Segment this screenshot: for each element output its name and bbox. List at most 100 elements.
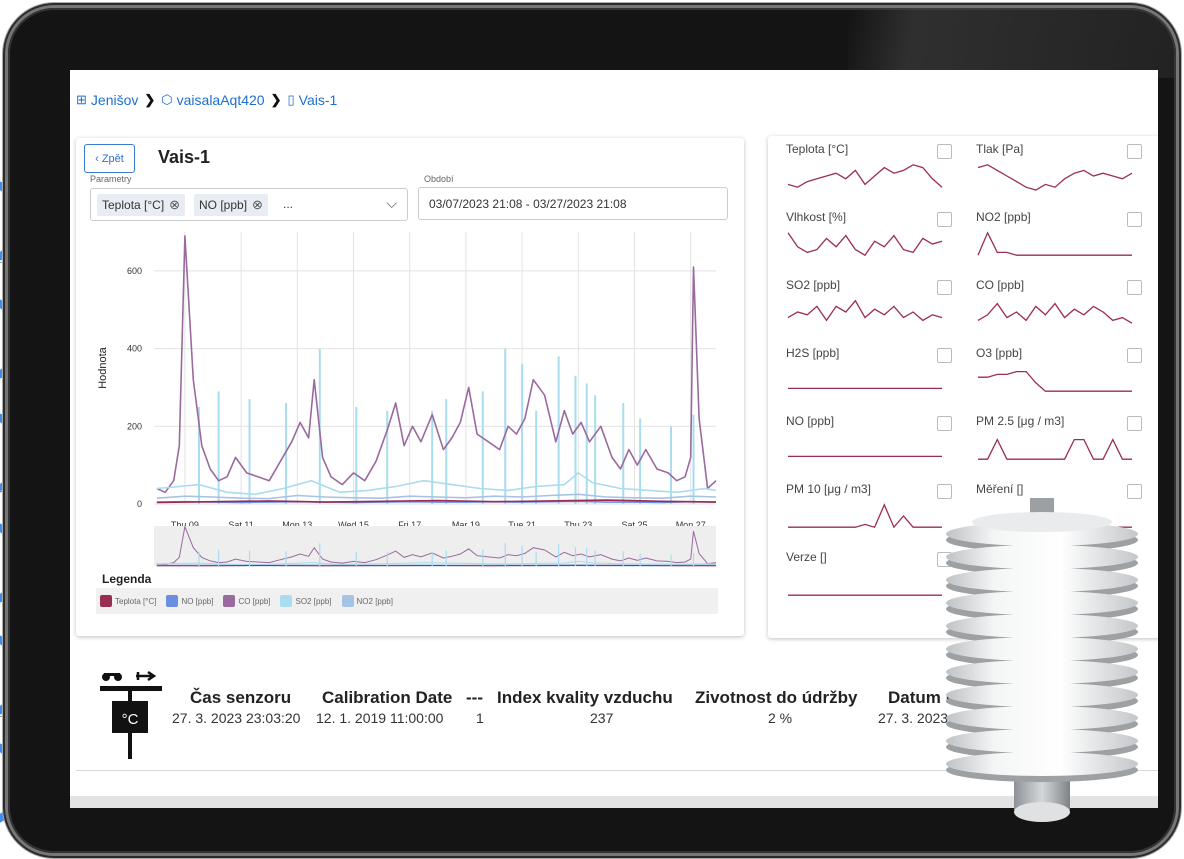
- sparkline-line: [787, 299, 943, 322]
- breadcrumb: ⊞ Jenišov ❯ ⬡ vaisalaAqt420 ❯ ▯ Vais-1: [76, 92, 337, 108]
- sparkline-label: Tlak [Pa]: [976, 142, 1024, 156]
- sparkline-label: Verze []: [786, 550, 827, 564]
- cube-icon: ⬡: [161, 92, 173, 107]
- sparkline-item: PM 2.5 [μg / m3]: [976, 414, 1156, 482]
- chevron-down-icon[interactable]: ⌵: [386, 195, 397, 212]
- separator-value: 1: [476, 710, 484, 726]
- sparkline-item: NO [ppb]: [786, 414, 966, 482]
- shield-disc: [946, 545, 1138, 569]
- shield-disc: [946, 591, 1138, 615]
- sparkline-checkbox[interactable]: [1127, 212, 1142, 227]
- sensor-time-value: 27. 3. 2023 23:03:20: [172, 710, 301, 726]
- legend-item[interactable]: Teplota [°C]: [100, 595, 156, 607]
- legend-item[interactable]: SO2 [ppb]: [280, 595, 332, 607]
- sparkline-chart: [978, 438, 1132, 460]
- sparkline-chart: [788, 594, 942, 596]
- legend-item[interactable]: NO [ppb]: [166, 595, 213, 607]
- sparkline-checkbox[interactable]: [937, 212, 952, 227]
- y-tick-label: 200: [127, 421, 142, 431]
- sparkline-line: [787, 164, 943, 188]
- column-header-separator: ---: [466, 688, 483, 707]
- breadcrumb-label: Vais-1: [298, 92, 338, 108]
- sparkline-chart: [977, 231, 1132, 256]
- sparkline-chart: [788, 387, 942, 390]
- sparkline-line: [977, 302, 1133, 324]
- legend-swatch: [100, 595, 112, 607]
- remove-chip-icon[interactable]: ⊗: [252, 197, 263, 213]
- shield-disc: [946, 568, 1138, 592]
- parameters-label: Parametry: [90, 174, 132, 184]
- breadcrumb-item-device[interactable]: ▯ Vais-1: [288, 92, 338, 108]
- breadcrumb-label: vaisalaAqt420: [176, 92, 265, 108]
- column-header-maintenance: Zivotnost do údržby: [695, 688, 858, 707]
- sparkline-item: Vlhkost [%]: [786, 210, 966, 278]
- sparkline-line: [977, 164, 1133, 191]
- shield-disc: [946, 660, 1138, 684]
- maintenance-value: 2 %: [768, 710, 793, 726]
- y-axis-label: Hodnota: [97, 346, 109, 388]
- sparkline-checkbox[interactable]: [937, 280, 952, 295]
- station-unit-label: °C: [122, 711, 139, 728]
- sparkline-chart: [787, 299, 943, 322]
- sparkline-checkbox[interactable]: [1127, 348, 1142, 363]
- legend-label: NO [ppb]: [181, 596, 214, 606]
- sparkline-line: [787, 232, 943, 257]
- column-header-air-quality-index: Index kvality vzduchu: [497, 688, 673, 707]
- parameters-select[interactable]: Teplota [°C] ⊗ NO [ppb] ⊗ ... ⌵: [90, 188, 408, 221]
- sparkline-label: Teplota [°C]: [786, 142, 849, 156]
- legend-swatch: [166, 595, 179, 607]
- sparkline-checkbox[interactable]: [937, 144, 952, 159]
- chip-label: NO [ppb]: [199, 198, 248, 212]
- parameter-chip: NO [ppb] ⊗: [194, 194, 268, 216]
- shield-disc: [946, 637, 1138, 661]
- back-button[interactable]: ‹ Zpět: [84, 144, 135, 173]
- shield-top: [972, 512, 1112, 532]
- column-header-calibration-date: Calibration Date: [322, 688, 453, 707]
- period-input[interactable]: 03/07/2023 21:08 - 03/27/2023 21:08: [418, 187, 728, 220]
- sparkline-item: Tlak [Pa]: [976, 142, 1156, 210]
- sparkline-chart: [977, 164, 1133, 191]
- sparkline-label: PM 2.5 [μg / m3]: [976, 414, 1065, 428]
- parameter-chip: Teplota [°C] ⊗: [97, 194, 186, 216]
- period-label: Období: [424, 174, 454, 184]
- sparkline-chart: [978, 370, 1132, 392]
- column-header-sensor-time: Čas senzoru: [190, 688, 292, 707]
- sparkline-chart: [788, 503, 942, 529]
- air-quality-index-value: 237: [590, 710, 614, 726]
- sparkline-item: Teplota [°C]: [786, 142, 966, 210]
- sparkline-line: [977, 231, 1132, 256]
- sparkline-checkbox[interactable]: [1127, 280, 1142, 295]
- sparkline-label: NO [ppb]: [786, 414, 835, 428]
- breadcrumb-item-location[interactable]: ⊞ Jenišov: [76, 92, 138, 108]
- sparkline-item: PM 10 [μg / m3]: [786, 482, 966, 550]
- sparkline-chart: [787, 232, 943, 257]
- legend-label: NO2 [ppb]: [356, 596, 393, 606]
- sensor-shield-image: [946, 498, 1138, 822]
- back-button-label: Zpět: [101, 152, 124, 165]
- legend-swatch: [341, 595, 354, 607]
- breadcrumb-item-device-type[interactable]: ⬡ vaisalaAqt420: [161, 92, 264, 108]
- chart-card: ‹ Zpět Vais-1 Parametry Období Teplota […: [76, 138, 744, 636]
- chevron-left-icon: ‹: [95, 152, 99, 165]
- sparkline-label: NO2 [ppb]: [976, 210, 1031, 224]
- measurement-date-value: 27. 3. 2023: [878, 710, 949, 726]
- sparkline-item: O3 [ppb]: [976, 346, 1156, 414]
- legend-label: SO2 [ppb]: [295, 596, 332, 606]
- sparkline-item: H2S [ppb]: [786, 346, 966, 414]
- legend-swatch: [223, 595, 236, 607]
- sparkline-chart: [977, 302, 1133, 324]
- sparkline-checkbox[interactable]: [937, 416, 952, 431]
- sparkline-checkbox[interactable]: [1127, 144, 1142, 159]
- device-icon: ▯: [287, 92, 295, 107]
- legend-item[interactable]: CO [ppb]: [223, 595, 270, 607]
- shield-disc: [946, 614, 1138, 638]
- legend-item[interactable]: NO2 [ppb]: [341, 595, 393, 607]
- sparkline-chart: [787, 164, 943, 188]
- sparkline-checkbox[interactable]: [1127, 416, 1142, 431]
- page-title: Vais-1: [158, 147, 211, 167]
- sparkline-item: CO [ppb]: [976, 278, 1156, 346]
- main-chart: 0200400600Thu 09 Sat 11 Mon 13 Wed 15 Fri 17…: [97, 232, 717, 567]
- sparkline-checkbox[interactable]: [937, 348, 952, 363]
- y-tick-label: 600: [127, 266, 142, 276]
- remove-chip-icon[interactable]: ⊗: [169, 197, 180, 213]
